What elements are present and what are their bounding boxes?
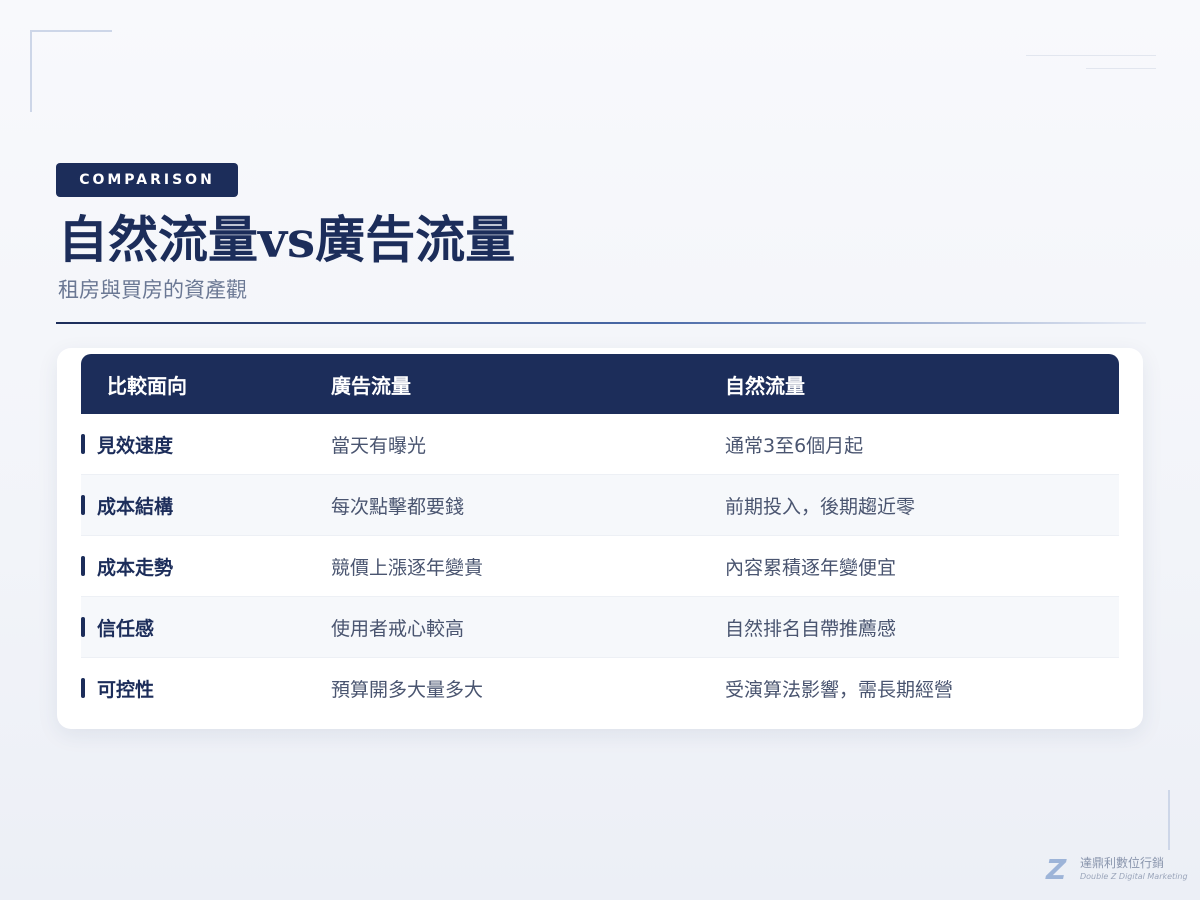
title-divider — [56, 322, 1146, 324]
organic-cell: 自然排名自帶推薦感 — [725, 617, 897, 640]
column-header-aspect: 比較面向 — [107, 373, 187, 398]
row-marker-bar — [81, 678, 85, 698]
row-marker-bar — [81, 495, 85, 515]
decorative-line — [1086, 68, 1156, 69]
table-row: 見效速度 當天有曝光 通常3至6個月起 — [81, 414, 1119, 475]
table-header: 比較面向 廣告流量 自然流量 — [81, 354, 1119, 414]
brand-name-en: Double Z Digital Marketing — [1080, 872, 1188, 881]
table-row: 可控性 預算開多大量多大 受演算法影響，需長期經營 — [81, 658, 1119, 718]
organic-cell: 前期投入，後期趨近零 — [725, 495, 916, 518]
table-row: 信任感 使用者戒心較高 自然排名自帶推薦感 — [81, 597, 1119, 658]
row-label: 見效速度 — [97, 434, 174, 457]
corner-decoration-top-left — [30, 30, 112, 112]
row-label-cell: 可控性 — [81, 675, 305, 702]
organic-cell: 內容累積逐年變便宜 — [725, 556, 897, 579]
section-tag: COMPARISON — [56, 163, 238, 197]
ads-cell: 競價上漲逐年變貴 — [331, 556, 484, 579]
row-label: 成本結構 — [97, 495, 174, 518]
table-row: 成本走勢 競價上漲逐年變貴 內容累積逐年變便宜 — [81, 536, 1119, 597]
page-subtitle: 租房與買房的資產觀 — [58, 278, 247, 302]
comparison-table: 比較面向 廣告流量 自然流量 見效速度 當天有曝光 通常3至6個月起 成本結構 … — [81, 354, 1119, 718]
organic-cell: 受演算法影響，需長期經營 — [725, 678, 954, 701]
row-marker-bar — [81, 434, 85, 454]
brand-logo: Z 達鼎利數位行銷 Double Z Digital Marketing — [1046, 852, 1188, 886]
row-marker-bar — [81, 556, 85, 576]
brand-name: 達鼎利數位行銷 — [1080, 856, 1165, 870]
ads-cell: 預算開多大量多大 — [331, 678, 484, 701]
row-label-cell: 成本走勢 — [81, 553, 305, 580]
corner-decoration-bottom-right — [1167, 790, 1170, 850]
ads-cell: 使用者戒心較高 — [331, 617, 465, 640]
row-label-cell: 成本結構 — [81, 492, 305, 519]
ads-cell: 每次點擊都要錢 — [331, 495, 465, 518]
decorative-line — [1026, 55, 1156, 56]
z-logo-icon: Z — [1046, 853, 1067, 886]
row-label-cell: 信任感 — [81, 614, 305, 641]
comparison-card: 比較面向 廣告流量 自然流量 見效速度 當天有曝光 通常3至6個月起 成本結構 … — [57, 348, 1143, 729]
row-label: 信任感 — [97, 617, 155, 640]
row-label: 可控性 — [97, 678, 155, 701]
page-title: 自然流量vs廣告流量 — [58, 210, 516, 269]
ads-cell: 當天有曝光 — [331, 434, 427, 457]
row-label-cell: 見效速度 — [81, 431, 305, 458]
row-label: 成本走勢 — [97, 556, 174, 579]
column-header-organic: 自然流量 — [725, 373, 805, 398]
row-marker-bar — [81, 617, 85, 637]
organic-cell: 通常3至6個月起 — [725, 434, 864, 457]
column-header-ads: 廣告流量 — [331, 373, 411, 398]
table-row: 成本結構 每次點擊都要錢 前期投入，後期趨近零 — [81, 475, 1119, 536]
